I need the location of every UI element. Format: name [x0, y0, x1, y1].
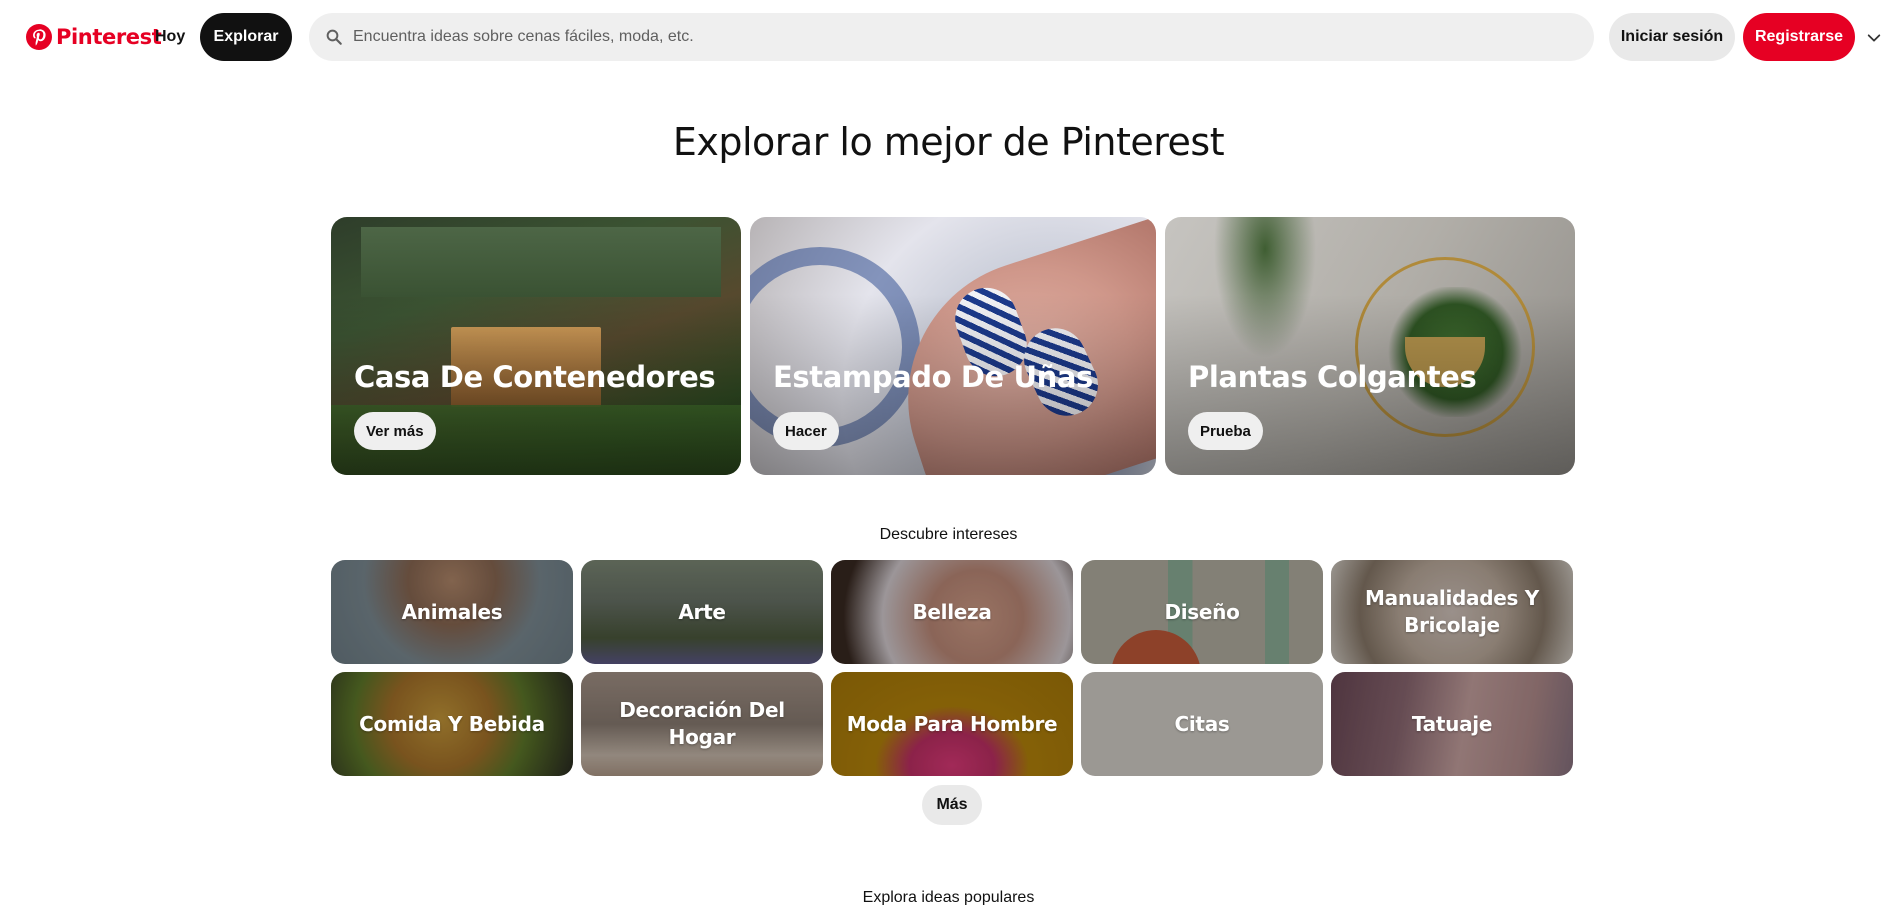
- interest-tile-label: Diseño: [1164, 599, 1240, 624]
- hero-card-container-homes[interactable]: Casa De Contenedores Ver más: [331, 217, 741, 475]
- interest-tile-art[interactable]: Arte: [581, 560, 823, 664]
- interest-tile-animals[interactable]: Animales: [331, 560, 573, 664]
- hero-card-title: Estampado De Uñas: [773, 360, 1093, 394]
- nav-explore-link[interactable]: Explorar: [200, 13, 292, 61]
- hero-card-button[interactable]: Prueba: [1188, 412, 1263, 450]
- hero-card-nail-art[interactable]: Estampado De Uñas Hacer: [750, 217, 1156, 475]
- page-title: Explorar lo mejor de Pinterest: [672, 120, 1225, 164]
- search-icon: [326, 29, 342, 45]
- interest-tile-home-decor[interactable]: Decoración Del Hogar: [581, 672, 823, 776]
- interest-tile-beauty[interactable]: Belleza: [831, 560, 1073, 664]
- pinterest-logo-icon: [26, 24, 52, 50]
- hero-card-title: Casa De Contenedores: [354, 360, 716, 394]
- top-navigation-bar: Pinterest Hoy Explorar Iniciar sesión Re…: [0, 0, 1897, 76]
- search-input[interactable]: [353, 28, 1553, 46]
- chevron-down-icon: [1867, 34, 1881, 42]
- interest-tile-label: Comida Y Bebida: [359, 711, 545, 736]
- hero-card-title: Plantas Colgantes: [1188, 360, 1477, 394]
- interest-tile-label: Manualidades Y Bricolaje: [1365, 586, 1539, 637]
- interest-tile-label: Decoración Del Hogar: [619, 698, 785, 749]
- hero-card-button[interactable]: Hacer: [773, 412, 839, 450]
- interest-tile-design[interactable]: Diseño: [1081, 560, 1323, 664]
- hero-card-hanging-plants[interactable]: Plantas Colgantes Prueba: [1165, 217, 1575, 475]
- nav-today-link[interactable]: Hoy: [143, 13, 197, 61]
- interests-heading: Descubre intereses: [879, 526, 1018, 543]
- pinterest-logo-link[interactable]: Pinterest: [26, 24, 162, 50]
- show-more-interests-button[interactable]: Más: [922, 785, 982, 825]
- interest-tile-quotes[interactable]: Citas: [1081, 672, 1323, 776]
- interest-tile-food[interactable]: Comida Y Bebida: [331, 672, 573, 776]
- more-options-button[interactable]: [1862, 26, 1886, 50]
- interest-tile-label: Belleza: [912, 599, 992, 624]
- interest-tile-label: Citas: [1174, 711, 1230, 736]
- hero-card-button[interactable]: Ver más: [354, 412, 436, 450]
- login-button[interactable]: Iniciar sesión: [1609, 13, 1735, 61]
- interest-tile-label: Moda Para Hombre: [846, 711, 1058, 736]
- interest-tile-label: Animales: [401, 599, 503, 624]
- interest-tile-diy[interactable]: Manualidades Y Bricolaje: [1331, 560, 1573, 664]
- interest-tile-label: Tatuaje: [1411, 711, 1493, 736]
- interest-tile-tattoo[interactable]: Tatuaje: [1331, 672, 1573, 776]
- signup-button[interactable]: Registrarse: [1743, 13, 1855, 61]
- interest-tile-label: Arte: [678, 599, 726, 624]
- popular-ideas-heading: Explora ideas populares: [862, 889, 1035, 905]
- search-bar[interactable]: [309, 13, 1594, 61]
- interest-tile-mens-fashion[interactable]: Moda Para Hombre: [831, 672, 1073, 776]
